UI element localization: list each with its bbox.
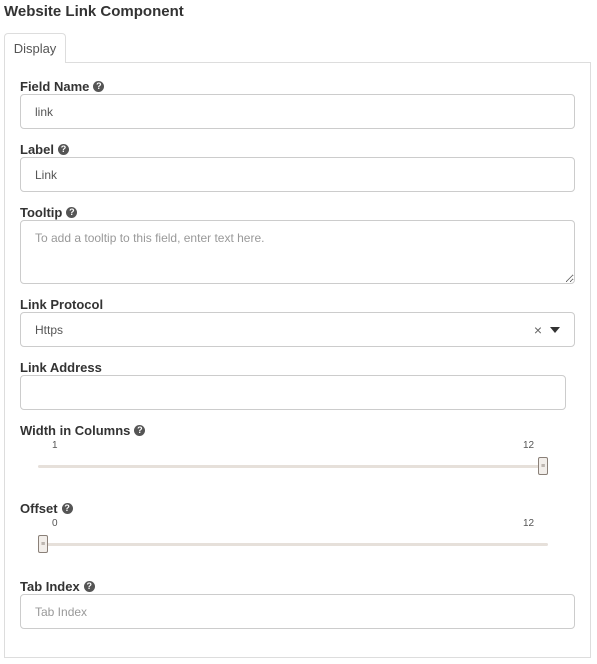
link-protocol-select[interactable]: Https × [20,312,575,347]
help-icon[interactable]: ? [61,503,73,514]
label-input[interactable] [20,157,575,192]
slider-min-label: 1 [52,440,58,451]
offset-slider-handle[interactable]: ≡ [38,535,48,553]
help-icon[interactable]: ? [93,81,105,92]
page-title: Website Link Component [4,3,184,20]
slider-max-label: 12 [523,440,535,451]
width-in-columns-label: Width in Columns ? [20,423,146,438]
tab-index-label: Tab Index ? [20,579,95,594]
help-icon[interactable]: ? [134,425,146,436]
help-icon[interactable]: ? [83,581,95,592]
clear-icon[interactable]: × [534,322,542,338]
width-slider-track[interactable] [38,465,548,468]
link-address-input[interactable] [20,375,566,410]
chevron-down-icon[interactable] [550,326,560,333]
tab-index-input[interactable] [20,594,575,629]
slider-max-label: 12 [523,518,535,529]
tooltip-label: Tooltip ? [20,205,78,220]
slider-min-label: 0 [52,518,58,529]
offset-slider-track[interactable] [38,543,548,546]
width-slider-handle[interactable]: ≡ [538,457,548,475]
help-icon[interactable]: ? [57,144,69,155]
help-icon[interactable]: ? [66,207,78,218]
tab-display[interactable]: Display [4,33,66,63]
link-protocol-value: Https [35,322,64,337]
label-label: Label ? [20,142,69,157]
link-address-label: Link Address [20,360,102,375]
link-protocol-label: Link Protocol [20,297,104,312]
field-name-input[interactable] [20,94,575,129]
field-name-label: Field Name ? [20,79,105,94]
tooltip-textarea[interactable] [20,220,575,284]
offset-label: Offset ? [20,501,73,516]
